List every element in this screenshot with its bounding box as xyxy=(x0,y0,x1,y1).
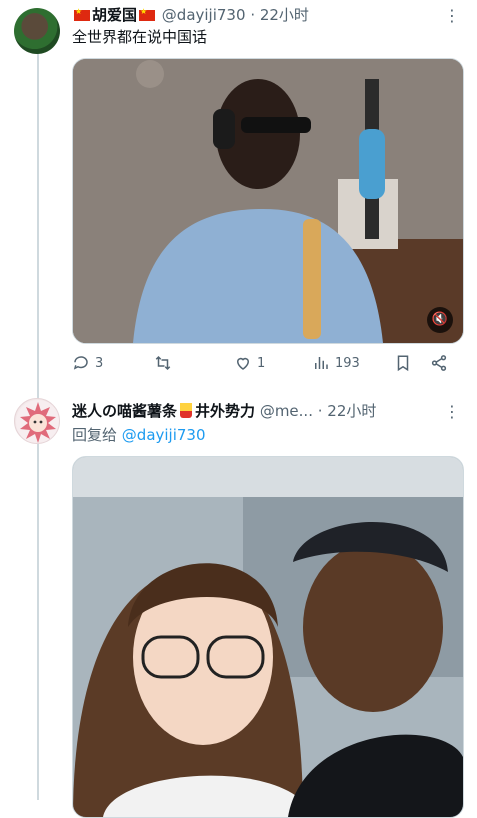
more-icon[interactable]: ⋮ xyxy=(444,6,460,25)
tweet-photo[interactable] xyxy=(72,456,464,818)
avatar[interactable] xyxy=(14,8,60,54)
like-icon xyxy=(236,357,250,370)
view-count: 193 xyxy=(335,355,360,371)
fries-icon xyxy=(180,403,193,418)
like-count: 1 xyxy=(257,355,266,371)
reply-to-line: 回复给 @dayiji730 xyxy=(72,424,206,445)
reply-icon xyxy=(73,356,88,370)
retweet-icon xyxy=(155,355,171,371)
tweet-header: 迷人の喵酱薯条 井外势力 @me... · 22小时 xyxy=(72,400,376,421)
display-name[interactable]: 迷人の喵酱薯条 xyxy=(72,402,177,420)
timestamp[interactable]: · 22小时 xyxy=(250,6,309,24)
china-flag-icon xyxy=(139,7,156,21)
views-button[interactable]: 193 xyxy=(312,354,360,372)
reply-count: 3 xyxy=(95,355,104,371)
display-name-suffix[interactable]: 井外势力 xyxy=(195,402,255,420)
user-handle[interactable]: @me... xyxy=(260,402,313,420)
like-button[interactable]: 1 xyxy=(234,354,265,372)
retweet-button[interactable] xyxy=(154,354,177,372)
bookmark-icon xyxy=(397,355,409,372)
reply-button[interactable]: 3 xyxy=(72,354,103,372)
photo-frame xyxy=(73,457,463,817)
views-icon xyxy=(315,357,328,369)
china-flag-icon xyxy=(74,7,90,21)
tweet-video[interactable]: 🔇 xyxy=(72,58,464,344)
reply-handle-link[interactable]: @dayiji730 xyxy=(122,426,206,444)
reply-label: 回复给 xyxy=(72,426,118,444)
tweet-actions: 3 1 193 xyxy=(72,354,462,378)
mute-icon[interactable]: 🔇 xyxy=(427,307,453,333)
user-handle[interactable]: @dayiji730 xyxy=(162,6,246,24)
tweet-text: 全世界都在说中国话 xyxy=(72,28,208,46)
display-name[interactable]: 胡爱国 xyxy=(92,6,137,24)
video-frame xyxy=(73,59,463,343)
share-icon xyxy=(431,355,447,371)
avatar[interactable] xyxy=(14,398,60,444)
bookmark-button[interactable] xyxy=(394,354,412,372)
share-button[interactable] xyxy=(430,354,448,372)
tweet-header: 胡爱国 @dayiji730 · 22小时 xyxy=(72,4,309,25)
avatar-illustration xyxy=(16,400,59,443)
more-icon[interactable]: ⋮ xyxy=(444,402,460,421)
timestamp[interactable]: · 22小时 xyxy=(318,402,377,420)
